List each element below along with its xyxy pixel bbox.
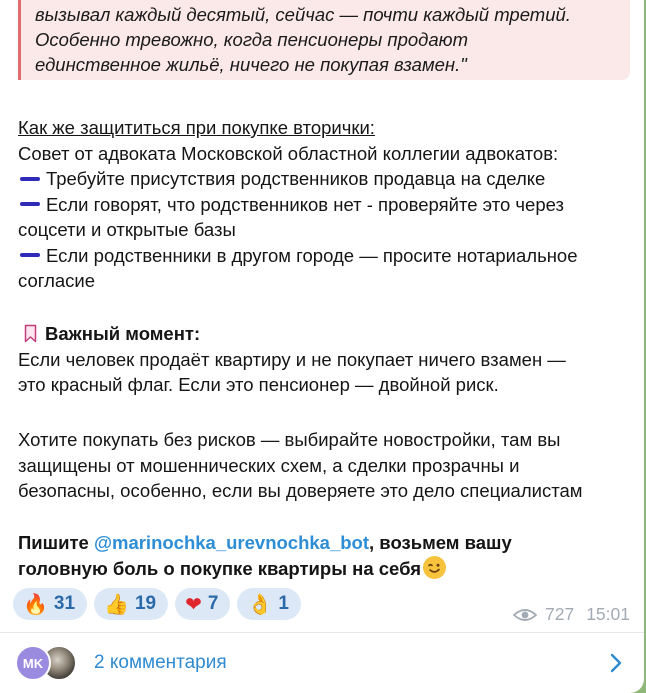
dash-icon: [20, 253, 40, 258]
eye-icon: [513, 608, 537, 621]
tip-item: Требуйте присутствия родственников прода…: [18, 166, 630, 192]
advice-text: защищены от мошеннических схем, а сделки…: [18, 454, 520, 476]
heart-on-fire-icon: ❤: [185, 593, 202, 616]
quote-line: Особенно тревожно, когда пенсионеры прод…: [35, 29, 468, 50]
cta-section: Пишите @marinochka_urevnochka_bot, возьм…: [18, 530, 630, 581]
ok-hand-icon: 👌: [247, 593, 273, 616]
dash-icon: [20, 176, 40, 181]
bookmark-icon: [24, 324, 37, 343]
reaction-heart-on-fire[interactable]: ❤ 7: [175, 588, 231, 620]
tip-item: Если говорят, что родственников нет - пр…: [18, 192, 630, 218]
section-heading: Как же защититься при покупке вторички:: [18, 117, 375, 138]
advice-text: безопасны, особенно, если вы доверяете э…: [18, 480, 583, 501]
quote-line: вызывал каждый десятый, сейчас — почти к…: [35, 4, 571, 25]
tip-item: Если родственники в другом городе — прос…: [18, 243, 630, 269]
important-section: Важный момент: Если человек продаёт квар…: [18, 321, 630, 398]
avatar: MK: [15, 645, 51, 681]
comments-link[interactable]: 2 комментария: [94, 652, 227, 674]
reaction-ok-hand[interactable]: 👌 1: [237, 588, 301, 620]
important-text: Если человек продаёт квартиру и не покуп…: [18, 348, 566, 370]
reaction-count: 31: [53, 593, 76, 614]
quote-block: вызывал каждый десятый, сейчас — почти к…: [18, 0, 630, 80]
winking-face-icon: [423, 556, 447, 580]
tip-text: Если говорят, что родственников нет - пр…: [46, 193, 564, 215]
reaction-count: 7: [207, 593, 219, 614]
message-bubble: вызывал каждый десятый, сейчас — почти к…: [0, 0, 644, 693]
protection-section: Как же защититься при покупке вторички: …: [18, 115, 630, 294]
comments-bar[interactable]: MK 2 комментария: [0, 633, 644, 693]
quote-line: единственное жильё, ничего не покупая вз…: [35, 54, 467, 75]
advice-text: Хотите покупать без рисков — выбирайте н…: [18, 429, 561, 450]
tip-continuation: соцсети и открытые базы: [18, 219, 236, 240]
reactions-bar: 🔥 31 👍 19 ❤ 7 👌 1: [13, 588, 301, 620]
dash-icon: [20, 202, 40, 207]
cta-text: головную боль о покупке квартиры на себя: [18, 557, 422, 579]
view-count: 727: [545, 604, 575, 624]
chevron-right-icon[interactable]: [610, 653, 622, 673]
bot-mention-link[interactable]: @marinochka_urevnochka_bot: [94, 532, 369, 553]
reaction-fire[interactable]: 🔥 31: [13, 588, 88, 620]
important-heading: Важный момент:: [18, 321, 630, 347]
fire-icon: 🔥: [23, 593, 48, 616]
message-time: 15:01: [586, 604, 630, 624]
intro-text: Совет от адвоката Московской областной к…: [18, 142, 559, 164]
tip-text: Если родственники в другом городе — прос…: [46, 244, 578, 266]
tip-continuation: согласие: [18, 270, 96, 291]
reaction-count: 1: [278, 593, 289, 614]
message-meta: 727 15:01: [513, 604, 630, 625]
important-text: это красный флаг. Если это пенсионер — д…: [18, 374, 499, 395]
thumbs-up-icon: 👍: [104, 593, 129, 616]
cta-prefix: Пишите: [18, 532, 94, 553]
advice-section: Хотите покупать без рисков — выбирайте н…: [18, 427, 630, 504]
important-title: Важный момент:: [45, 323, 201, 344]
reaction-thumbs-up[interactable]: 👍 19: [94, 588, 169, 620]
cta-suffix: , возьмем вашу: [369, 532, 512, 553]
tip-text: Требуйте присутствия родственников прода…: [46, 168, 546, 189]
reaction-count: 19: [134, 593, 157, 614]
